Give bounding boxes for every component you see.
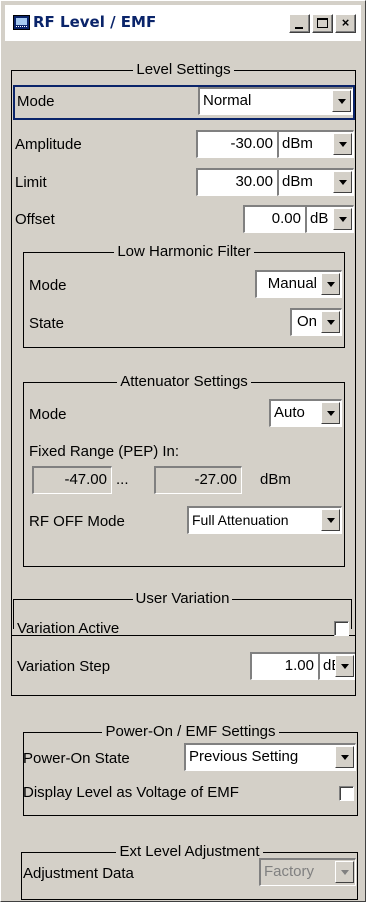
lhf-mode-label: Mode — [29, 277, 67, 294]
minimize-icon — [295, 27, 303, 29]
adjustment-data-select[interactable]: Factory — [259, 858, 356, 886]
rf-off-mode-select[interactable]: Full Attenuation — [187, 506, 342, 534]
maximize-icon — [317, 18, 328, 28]
amplitude-input[interactable]: -30.00 — [196, 130, 278, 158]
att-mode-value: Auto — [274, 404, 305, 421]
offset-unit-select[interactable]: dB — [305, 205, 354, 233]
chevron-down-icon[interactable] — [333, 208, 352, 230]
offset-input[interactable]: 0.00 — [243, 205, 306, 233]
lhf-state-value: On — [296, 313, 317, 330]
power-on-state-value: Previous Setting — [189, 748, 299, 765]
chevron-down-icon[interactable] — [321, 273, 340, 295]
range-min-field: -47.00 — [32, 466, 112, 494]
power-on-emf-title: Power-On / EMF Settings — [102, 723, 279, 740]
chevron-down-icon[interactable] — [321, 509, 340, 531]
window-title: RF Level / EMF — [33, 13, 157, 31]
chevron-down-icon[interactable] — [332, 90, 351, 112]
low-harmonic-filter-title: Low Harmonic Filter — [114, 243, 254, 260]
limit-label: Limit — [15, 174, 47, 191]
rf-off-mode-value: Full Attenuation — [192, 512, 289, 528]
lhf-mode-value: Manual — [267, 275, 317, 292]
display-emf-label: Display Level as Voltage of EMF — [23, 784, 239, 801]
close-button[interactable]: × — [335, 14, 356, 33]
range-separator: ... — [116, 471, 129, 488]
chevron-down-icon[interactable] — [333, 133, 352, 155]
att-mode-select[interactable]: Auto — [269, 399, 342, 427]
mode-label: Mode — [17, 93, 55, 110]
lhf-state-label: State — [29, 315, 65, 332]
maximize-button[interactable] — [312, 14, 333, 33]
range-unit: dBm — [260, 471, 291, 488]
limit-unit-select[interactable]: dBm — [277, 168, 354, 196]
lhf-state-select[interactable]: On — [290, 308, 342, 336]
mode-value: Normal — [203, 92, 252, 109]
chevron-down-icon[interactable] — [335, 861, 354, 883]
keyboard-icon — [13, 15, 30, 30]
power-on-state-label: Power-On State — [23, 750, 130, 767]
power-on-state-select[interactable]: Previous Setting — [184, 743, 356, 771]
amplitude-unit-select[interactable]: dBm — [277, 130, 354, 158]
display-emf-checkbox[interactable] — [339, 786, 354, 801]
title-bar[interactable]: RF Level / EMF × — [5, 5, 361, 41]
range-max-field: -27.00 — [154, 466, 242, 494]
chevron-down-icon[interactable] — [333, 171, 352, 193]
user-variation-box — [11, 599, 356, 696]
rf-off-mode-label: RF OFF Mode — [29, 513, 125, 530]
att-mode-label: Mode — [29, 406, 67, 423]
amplitude-label: Amplitude — [15, 136, 82, 153]
mode-select[interactable]: Normal — [198, 87, 353, 115]
adjustment-data-label: Adjustment Data — [23, 865, 134, 882]
offset-unit: dB — [310, 210, 329, 227]
lhf-mode-select[interactable]: Manual — [255, 270, 342, 298]
limit-unit: dBm — [282, 173, 313, 190]
chevron-down-icon[interactable] — [335, 746, 354, 768]
adjustment-data-value: Factory — [264, 863, 315, 880]
minimize-button[interactable] — [289, 14, 310, 33]
chevron-down-icon[interactable] — [321, 402, 340, 424]
amplitude-unit: dBm — [282, 135, 313, 152]
level-settings-title: Level Settings — [133, 61, 234, 78]
fixed-range-label: Fixed Range (PEP) In: — [29, 443, 180, 460]
limit-input[interactable]: 30.00 — [196, 168, 278, 196]
offset-label: Offset — [15, 211, 55, 228]
attenuator-settings-title: Attenuator Settings — [117, 373, 251, 390]
ext-level-adjustment-title: Ext Level Adjustment — [116, 843, 263, 860]
rf-level-emf-window: RF Level / EMF × Level Settings Mode Nor… — [0, 0, 366, 902]
chevron-down-icon[interactable] — [321, 311, 340, 333]
